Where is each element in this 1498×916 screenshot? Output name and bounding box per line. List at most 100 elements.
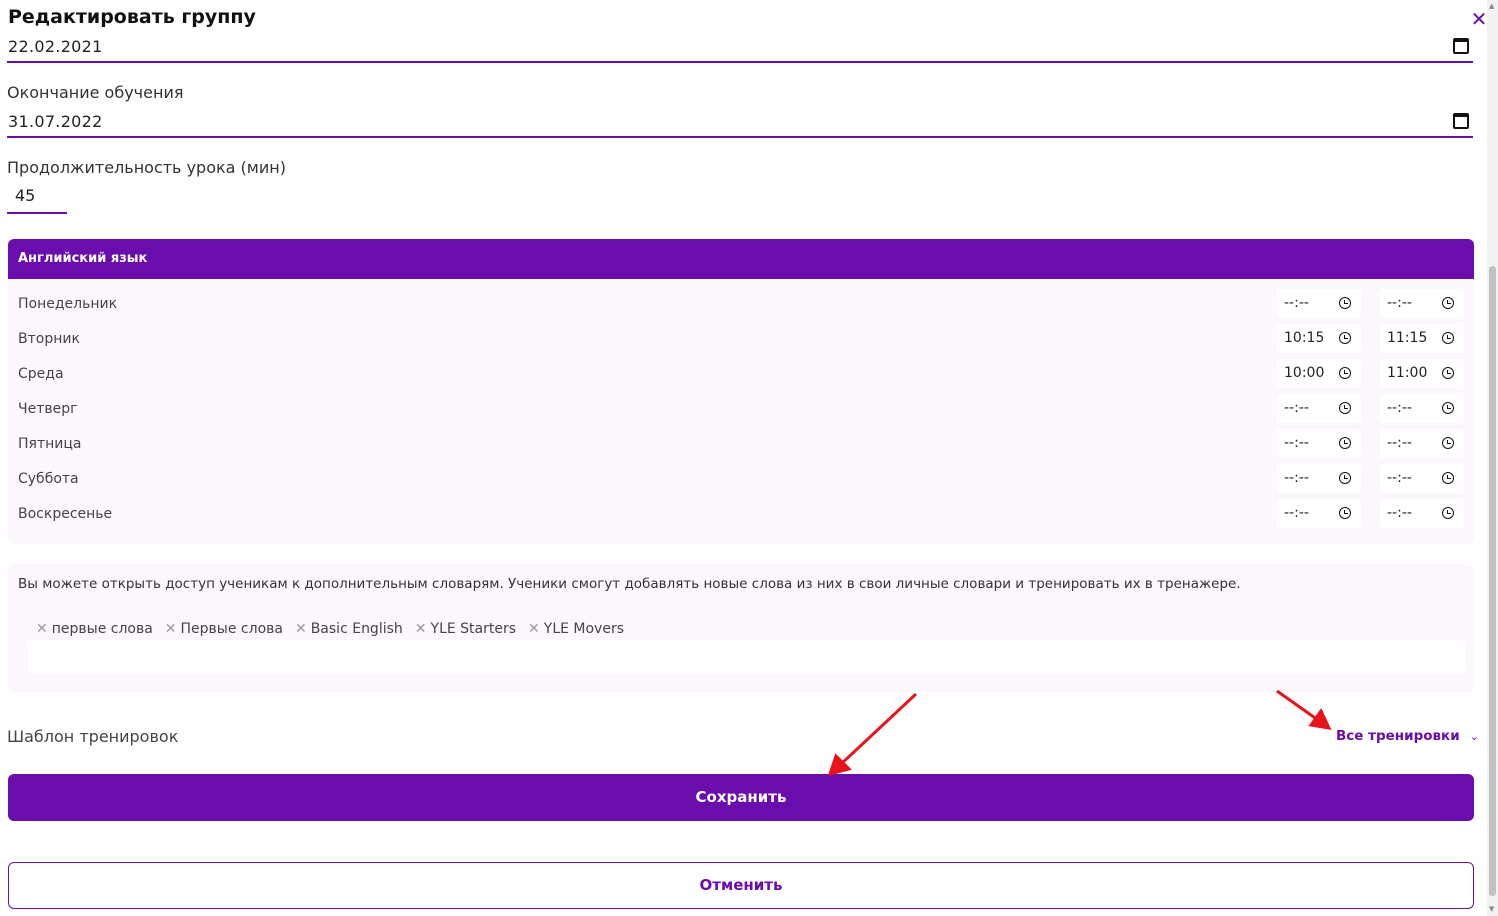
start-time-value: --:-- xyxy=(1284,505,1309,521)
scrollbar-thumb[interactable] xyxy=(1489,266,1496,896)
start-time-value: --:-- xyxy=(1284,400,1309,416)
scroll-up-icon[interactable]: ▲ xyxy=(1489,2,1494,10)
duration-input[interactable]: 45 xyxy=(7,183,67,214)
clock-icon[interactable] xyxy=(1442,402,1454,414)
start-time-input[interactable]: --:-- xyxy=(1277,394,1361,423)
duration-value: 45 xyxy=(15,186,36,205)
end-time-input[interactable]: 11:00 xyxy=(1380,359,1464,388)
dictionary-chip[interactable]: ✕ YLE Movers xyxy=(528,621,624,639)
schedule-row: Пятница --:-- --:-- xyxy=(8,429,1474,459)
start-date-field[interactable]: 22.02.2021 xyxy=(7,33,1473,63)
start-time-input[interactable]: --:-- xyxy=(1277,464,1361,493)
end-date-label: Окончание обучения xyxy=(7,83,184,102)
annotation-arrow xyxy=(838,692,918,767)
start-time-input[interactable]: --:-- xyxy=(1277,289,1361,318)
dictionary-chips: ✕ первые слова ✕ Первые слова ✕ Basic English… xyxy=(36,621,624,639)
start-time-value: --:-- xyxy=(1284,470,1309,486)
dictionary-chip-label: YLE Movers xyxy=(543,621,625,637)
calendar-icon[interactable] xyxy=(1453,38,1469,54)
dictionaries-input[interactable] xyxy=(28,640,1465,674)
clock-icon[interactable] xyxy=(1442,472,1454,484)
start-time-input[interactable]: --:-- xyxy=(1277,499,1361,528)
schedule-row: Вторник 10:15 11:15 xyxy=(8,324,1474,354)
clock-icon[interactable] xyxy=(1442,297,1454,309)
end-time-input[interactable]: --:-- xyxy=(1380,289,1464,318)
template-label: Шаблон тренировок xyxy=(7,727,179,746)
scroll-down-icon[interactable]: ▼ xyxy=(1489,905,1494,913)
remove-chip-icon[interactable]: ✕ xyxy=(415,621,427,637)
dialog-title: Редактировать группу xyxy=(8,6,256,28)
clock-icon[interactable] xyxy=(1442,507,1454,519)
clock-icon[interactable] xyxy=(1442,367,1454,379)
end-time-value: --:-- xyxy=(1387,505,1412,521)
end-time-value: 11:00 xyxy=(1387,365,1428,381)
clock-icon[interactable] xyxy=(1442,332,1454,344)
remove-chip-icon[interactable]: ✕ xyxy=(528,621,540,637)
end-time-input[interactable]: --:-- xyxy=(1380,394,1464,423)
day-label: Среда xyxy=(18,366,64,382)
schedule-row: Четверг --:-- --:-- xyxy=(8,394,1474,424)
start-time-value: --:-- xyxy=(1284,295,1309,311)
day-label: Понедельник xyxy=(18,296,118,312)
dictionaries-info: Вы можете открыть доступ ученикам к допо… xyxy=(18,576,1241,592)
end-time-value: 11:15 xyxy=(1387,330,1428,346)
dictionary-chip[interactable]: ✕ Первые слова xyxy=(165,621,283,639)
clock-icon[interactable] xyxy=(1339,402,1351,414)
dictionary-chip-label: первые слова xyxy=(51,621,153,637)
dictionary-chip-label: Basic English xyxy=(310,621,403,637)
chevron-down-icon: ⌄ xyxy=(1469,730,1479,743)
start-time-input[interactable]: --:-- xyxy=(1277,429,1361,458)
day-label: Четверг xyxy=(18,401,78,417)
clock-icon[interactable] xyxy=(1339,297,1351,309)
dictionary-chip-label: Первые слова xyxy=(180,621,283,637)
day-label: Вторник xyxy=(18,331,80,347)
start-time-value: --:-- xyxy=(1284,435,1309,451)
annotation-arrowhead xyxy=(827,753,852,777)
end-time-value: --:-- xyxy=(1387,435,1412,451)
day-label: Суббота xyxy=(18,471,79,487)
duration-label: Продолжительность урока (мин) xyxy=(7,158,286,177)
schedule-row: Понедельник --:-- --:-- xyxy=(8,289,1474,319)
start-time-input[interactable]: 10:15 xyxy=(1277,324,1361,353)
end-date-value: 31.07.2022 xyxy=(8,112,103,131)
dictionary-chip-label: YLE Starters xyxy=(430,621,517,637)
clock-icon[interactable] xyxy=(1339,332,1351,344)
clock-icon[interactable] xyxy=(1339,437,1351,449)
annotation-arrowhead xyxy=(1308,708,1332,730)
schedule-title: Английский язык xyxy=(8,239,1474,279)
schedule-row: Суббота --:-- --:-- xyxy=(8,464,1474,494)
annotation-arrow xyxy=(1276,689,1319,722)
end-time-value: --:-- xyxy=(1387,295,1412,311)
calendar-icon[interactable] xyxy=(1453,113,1469,129)
start-time-input[interactable]: 10:00 xyxy=(1277,359,1361,388)
end-time-input[interactable]: --:-- xyxy=(1380,499,1464,528)
template-select[interactable]: Все тренировки ⌄ xyxy=(1336,728,1479,744)
end-time-input[interactable]: --:-- xyxy=(1380,429,1464,458)
clock-icon[interactable] xyxy=(1339,507,1351,519)
end-time-input[interactable]: --:-- xyxy=(1380,464,1464,493)
end-time-value: --:-- xyxy=(1387,400,1412,416)
dictionary-chip[interactable]: ✕ первые слова xyxy=(36,621,153,639)
start-date-value: 22.02.2021 xyxy=(8,37,103,56)
cancel-button[interactable]: Отменить xyxy=(8,862,1474,909)
template-selected-value: Все тренировки xyxy=(1336,728,1460,744)
end-time-input[interactable]: 11:15 xyxy=(1380,324,1464,353)
clock-icon[interactable] xyxy=(1339,472,1351,484)
dictionaries-panel: Вы можете открыть доступ ученикам к допо… xyxy=(8,564,1474,692)
day-label: Пятница xyxy=(18,436,82,452)
scrollbar[interactable]: ▲ ▼ xyxy=(1487,0,1498,916)
dictionary-chip[interactable]: ✕ Basic English xyxy=(295,621,403,639)
dictionary-chip[interactable]: ✕ YLE Starters xyxy=(415,621,516,639)
end-time-value: --:-- xyxy=(1387,470,1412,486)
clock-icon[interactable] xyxy=(1442,437,1454,449)
remove-chip-icon[interactable]: ✕ xyxy=(295,621,307,637)
clock-icon[interactable] xyxy=(1339,367,1351,379)
remove-chip-icon[interactable]: ✕ xyxy=(165,621,177,637)
save-button[interactable]: Сохранить xyxy=(8,774,1474,821)
end-date-field[interactable]: 31.07.2022 xyxy=(7,108,1473,138)
remove-chip-icon[interactable]: ✕ xyxy=(36,621,48,637)
schedule-row: Воскресенье --:-- --:-- xyxy=(8,499,1474,529)
start-time-value: 10:15 xyxy=(1284,330,1325,346)
start-time-value: 10:00 xyxy=(1284,365,1325,381)
day-label: Воскресенье xyxy=(18,506,113,522)
